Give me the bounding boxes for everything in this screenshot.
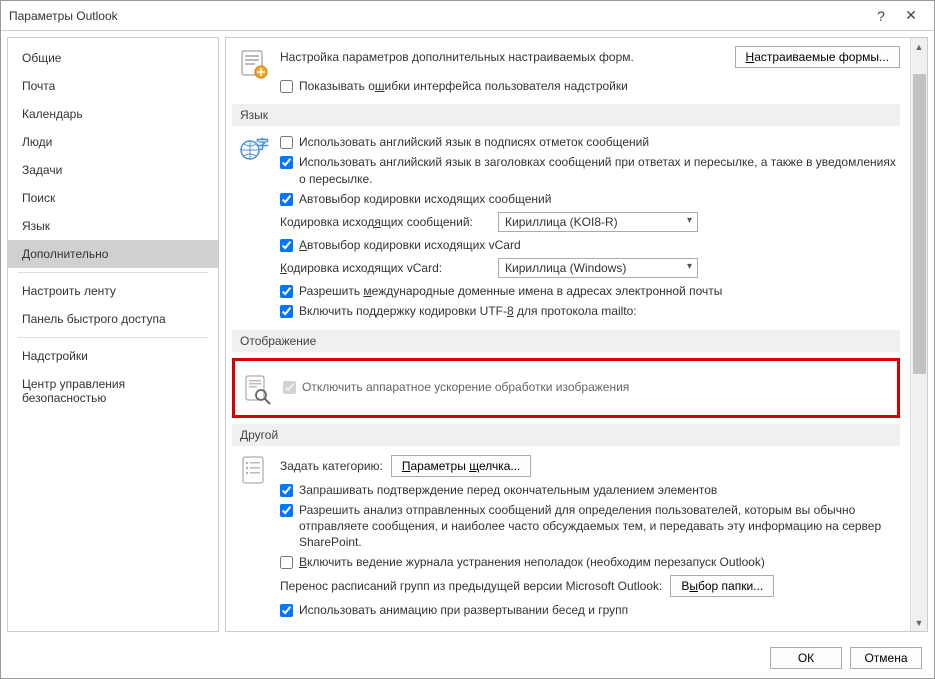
- set-category-label: Задать категорию:: [280, 459, 383, 473]
- auto-encoding-label: Автовыбор кодировки исходящих сообщений: [299, 191, 551, 207]
- custom-forms-button[interactable]: Настраиваемые формы...: [735, 46, 900, 68]
- sidebar-item-search[interactable]: Поиск: [8, 184, 218, 212]
- sidebar-item-tasks[interactable]: Задачи: [8, 156, 218, 184]
- language-globe-icon: 字: [238, 134, 270, 166]
- english-signature-label: Использовать английский язык в подписях …: [299, 134, 649, 150]
- scroll-down-arrow-icon[interactable]: ▼: [911, 614, 927, 631]
- allow-idn-label: Разрешить международные доменные имена в…: [299, 283, 722, 299]
- utf8-mailto-label: Включить поддержку кодировки UTF-8 для п…: [299, 303, 637, 319]
- section-header-other: Другой: [232, 424, 900, 446]
- sidebar-item-customize-ribbon[interactable]: Настроить ленту: [8, 277, 218, 305]
- dialog-footer: ОК Отмена: [1, 638, 934, 678]
- utf8-mailto-checkbox[interactable]: [280, 305, 293, 318]
- ok-button[interactable]: ОК: [770, 647, 842, 669]
- vcard-encoding-combo[interactable]: Кириллица (Windows): [498, 258, 698, 278]
- confirm-delete-label: Запрашивать подтверждение перед окончате…: [299, 482, 717, 498]
- click-params-button[interactable]: Параметры щелчка...: [391, 455, 532, 477]
- disable-hardware-accel-label: Отключить аппаратное ускорение обработки…: [302, 379, 629, 395]
- scrollbar-thumb[interactable]: [913, 74, 926, 374]
- auto-encoding-checkbox[interactable]: [280, 193, 293, 206]
- analyze-sent-label: Разрешить анализ отправленных сообщений …: [299, 502, 900, 551]
- section-header-language: Язык: [232, 104, 900, 126]
- outgoing-encoding-combo[interactable]: Кириллица (KOI8-R): [498, 212, 698, 232]
- sidebar-item-general[interactable]: Общие: [8, 44, 218, 72]
- sidebar-item-trust-center[interactable]: Центр управления безопасностью: [8, 370, 218, 412]
- disable-hardware-accel-checkbox[interactable]: [283, 381, 296, 394]
- sidebar-item-language[interactable]: Язык: [8, 212, 218, 240]
- sidebar-separator: [18, 337, 208, 338]
- svg-text:字: 字: [256, 137, 269, 152]
- sidebar-item-quick-access[interactable]: Панель быстрого доступа: [8, 305, 218, 333]
- select-folder-button[interactable]: Выбор папки...: [670, 575, 774, 597]
- show-ui-errors-label: Показывать ошибки интерфейса пользовател…: [299, 78, 628, 94]
- allow-idn-checkbox[interactable]: [280, 285, 293, 298]
- window-title: Параметры Outlook: [9, 9, 866, 23]
- title-bar: Параметры Outlook ? ✕: [1, 1, 934, 31]
- help-icon[interactable]: ?: [866, 8, 896, 24]
- sidebar-separator: [18, 272, 208, 273]
- english-headers-checkbox[interactable]: [280, 156, 293, 169]
- sidebar-item-advanced[interactable]: Дополнительно: [8, 240, 218, 268]
- document-list-icon: [238, 454, 270, 486]
- highlighted-gpu-option: Отключить аппаратное ускорение обработки…: [232, 358, 900, 418]
- sidebar-item-addins[interactable]: Надстройки: [8, 342, 218, 370]
- english-signature-checkbox[interactable]: [280, 136, 293, 149]
- sidebar-item-people[interactable]: Люди: [8, 128, 218, 156]
- confirm-delete-checkbox[interactable]: [280, 484, 293, 497]
- auto-vcard-encoding-checkbox[interactable]: [280, 239, 293, 252]
- english-headers-label: Использовать английский язык в заголовка…: [299, 154, 900, 186]
- analyze-sent-checkbox[interactable]: [280, 504, 293, 517]
- troubleshoot-log-label: Включить ведение журнала устранения непо…: [299, 554, 765, 570]
- sidebar-item-mail[interactable]: Почта: [8, 72, 218, 100]
- close-icon[interactable]: ✕: [896, 7, 926, 24]
- auto-vcard-encoding-label: Автовыбор кодировки исходящих vCard: [299, 237, 521, 253]
- forms-description: Настройка параметров дополнительных наст…: [280, 50, 634, 64]
- outgoing-encoding-label: Кодировка исходящих сообщений:: [280, 215, 490, 229]
- use-animation-label: Использовать анимацию при развертывании …: [299, 602, 628, 618]
- migrate-schedules-label: Перенос расписаний групп из предыдущей в…: [280, 579, 662, 593]
- troubleshoot-log-checkbox[interactable]: [280, 556, 293, 569]
- sidebar: Общие Почта Календарь Люди Задачи Поиск …: [7, 37, 219, 632]
- content-pane: Настройка параметров дополнительных наст…: [226, 38, 910, 631]
- section-header-display: Отображение: [232, 330, 900, 352]
- vcard-encoding-label: Кодировка исходящих vCard:: [280, 261, 490, 275]
- cancel-button[interactable]: Отмена: [850, 647, 922, 669]
- scroll-up-arrow-icon[interactable]: ▲: [911, 38, 927, 55]
- vertical-scrollbar[interactable]: ▲ ▼: [910, 38, 927, 631]
- document-magnifier-icon: [241, 373, 273, 405]
- sidebar-item-calendar[interactable]: Календарь: [8, 100, 218, 128]
- use-animation-checkbox[interactable]: [280, 604, 293, 617]
- form-settings-icon: [238, 48, 270, 80]
- show-ui-errors-checkbox[interactable]: [280, 80, 293, 93]
